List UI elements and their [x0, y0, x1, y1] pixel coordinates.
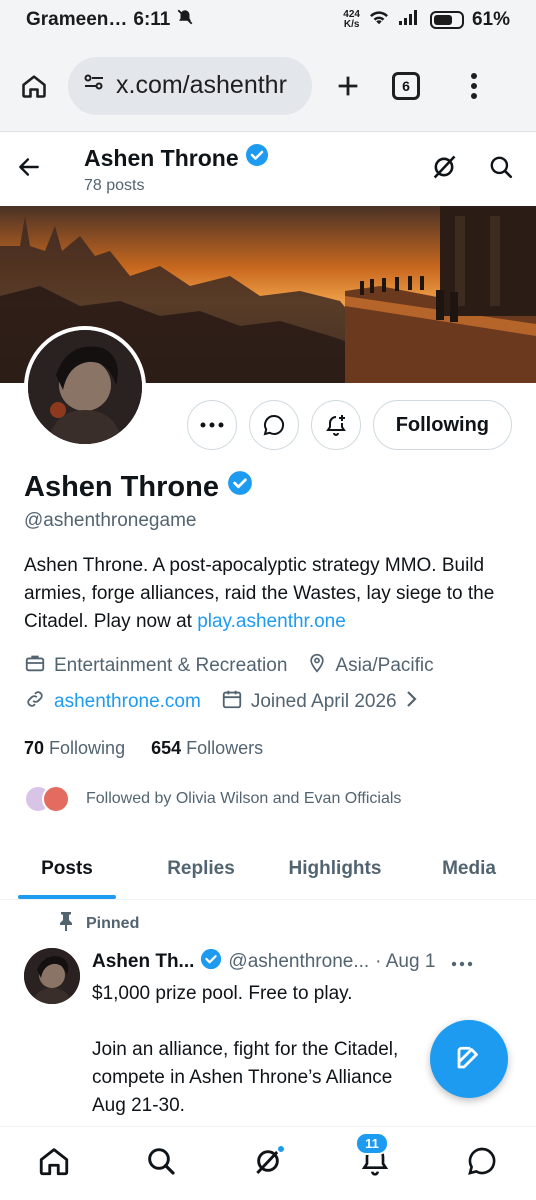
- tweet-author-handle: @ashenthrone...: [228, 951, 370, 972]
- pinned-label: Pinned: [58, 911, 536, 936]
- location-pin-icon: [307, 652, 327, 680]
- tab-highlights[interactable]: Highlights: [268, 838, 402, 899]
- bottom-navigation: 11: [0, 1126, 536, 1200]
- notifications-badge: 11: [355, 1131, 389, 1155]
- nav-grok[interactable]: [244, 1140, 292, 1188]
- message-button[interactable]: [248, 400, 299, 450]
- follow-counts: 70 Following 654 Followers: [24, 738, 514, 759]
- posts-count: 78 posts: [84, 177, 145, 194]
- avatar: [42, 785, 70, 813]
- bio-link[interactable]: play.ashenthr.one: [197, 611, 346, 632]
- tweet-header: Ashen Th... @ashenthrone... · Aug 1: [92, 948, 512, 976]
- message-icon: [466, 1145, 498, 1182]
- more-options-button[interactable]: [186, 400, 237, 450]
- tab-media[interactable]: Media: [402, 838, 536, 899]
- bell-off-icon: [176, 8, 194, 32]
- home-icon[interactable]: [14, 66, 54, 106]
- profile-info: Ashen Throne @ashenthronegame Ashen Thro…: [24, 470, 514, 813]
- tab-switcher-button[interactable]: 6: [386, 66, 426, 106]
- mutual-avatars: [24, 785, 70, 813]
- followed-by-row[interactable]: Followed by Olivia Wilson and Evan Offic…: [24, 785, 514, 813]
- profile-joined: Joined April 2026: [250, 691, 397, 712]
- time-label: 6:11: [133, 9, 171, 30]
- profile-meta-row: Entertainment & Recreation Asia/Pacific: [24, 652, 514, 680]
- back-arrow-icon[interactable]: [16, 154, 42, 185]
- url-text: x.com/ashenthr: [116, 71, 287, 99]
- profile-bio: Ashen Throne. A post-apocalyptic strateg…: [24, 555, 495, 632]
- verified-badge-icon: [227, 470, 253, 504]
- more-vertical-icon[interactable]: [454, 66, 494, 106]
- search-icon: [145, 1145, 177, 1182]
- profile-handle: @ashenthronegame: [24, 510, 197, 531]
- nav-search[interactable]: [137, 1140, 185, 1188]
- profile-location: Asia/Pacific: [335, 655, 434, 676]
- chevron-right-icon[interactable]: [405, 689, 419, 715]
- wifi-icon: [368, 8, 390, 32]
- compose-post-button[interactable]: [430, 1020, 508, 1098]
- verified-badge-icon: [200, 948, 222, 976]
- carrier-label: Grameen…: [26, 9, 128, 30]
- site-settings-icon[interactable]: [82, 70, 106, 101]
- profile-category: Entertainment & Recreation: [54, 655, 288, 676]
- verified-badge-icon: [245, 143, 269, 173]
- nav-notifications[interactable]: 11: [351, 1131, 399, 1188]
- grok-unread-dot: [275, 1143, 286, 1154]
- profile-tabs: Posts Replies Highlights Media: [0, 838, 536, 900]
- tab-posts[interactable]: Posts: [0, 838, 134, 899]
- tweet-date: · Aug 1: [375, 951, 436, 972]
- profile-top-bar: Ashen Throne 78 posts: [0, 132, 536, 206]
- url-bar[interactable]: x.com/ashenthr: [68, 56, 312, 115]
- followed-by-text: Followed by Olivia Wilson and Evan Offic…: [86, 790, 402, 807]
- following-count-link[interactable]: 70 Following: [24, 738, 125, 759]
- link-icon: [24, 688, 46, 716]
- nav-home[interactable]: [30, 1140, 78, 1188]
- following-button[interactable]: Following: [372, 400, 512, 450]
- tweet-author-name[interactable]: Ashen Th...: [92, 951, 194, 973]
- pin-icon: [58, 911, 74, 936]
- tweet-more-icon[interactable]: [451, 951, 473, 973]
- nav-messages[interactable]: [458, 1140, 506, 1188]
- briefcase-icon: [24, 652, 46, 680]
- compose-icon: [454, 1042, 484, 1077]
- followers-count-link[interactable]: 654 Followers: [151, 738, 263, 759]
- home-icon: [37, 1144, 71, 1183]
- new-tab-plus-icon[interactable]: [328, 66, 368, 106]
- profile-website-link[interactable]: ashenthrone.com: [54, 691, 201, 713]
- profile-meta-row-2: ashenthrone.com Joined April 2026: [24, 688, 514, 716]
- status-bar: Grameen… 6:11 424 K/s 61%: [0, 0, 536, 40]
- notify-bell-button[interactable]: [310, 400, 361, 450]
- tab-replies[interactable]: Replies: [134, 838, 268, 899]
- tweet-avatar[interactable]: [24, 948, 80, 1004]
- browser-toolbar: x.com/ashenthr 6: [0, 40, 536, 132]
- signal-icon: [398, 8, 422, 32]
- profile-name: Ashen Throne: [24, 470, 514, 504]
- calendar-icon: [221, 688, 243, 716]
- network-speed: 424 K/s: [343, 9, 360, 30]
- grok-icon[interactable]: [430, 153, 458, 186]
- profile-avatar[interactable]: [24, 326, 146, 448]
- battery-icon: [429, 11, 464, 29]
- profile-actions: Following: [186, 400, 512, 450]
- header-title: Ashen Throne: [84, 143, 269, 173]
- battery-percent: 61%: [471, 9, 510, 30]
- search-icon[interactable]: [488, 154, 514, 185]
